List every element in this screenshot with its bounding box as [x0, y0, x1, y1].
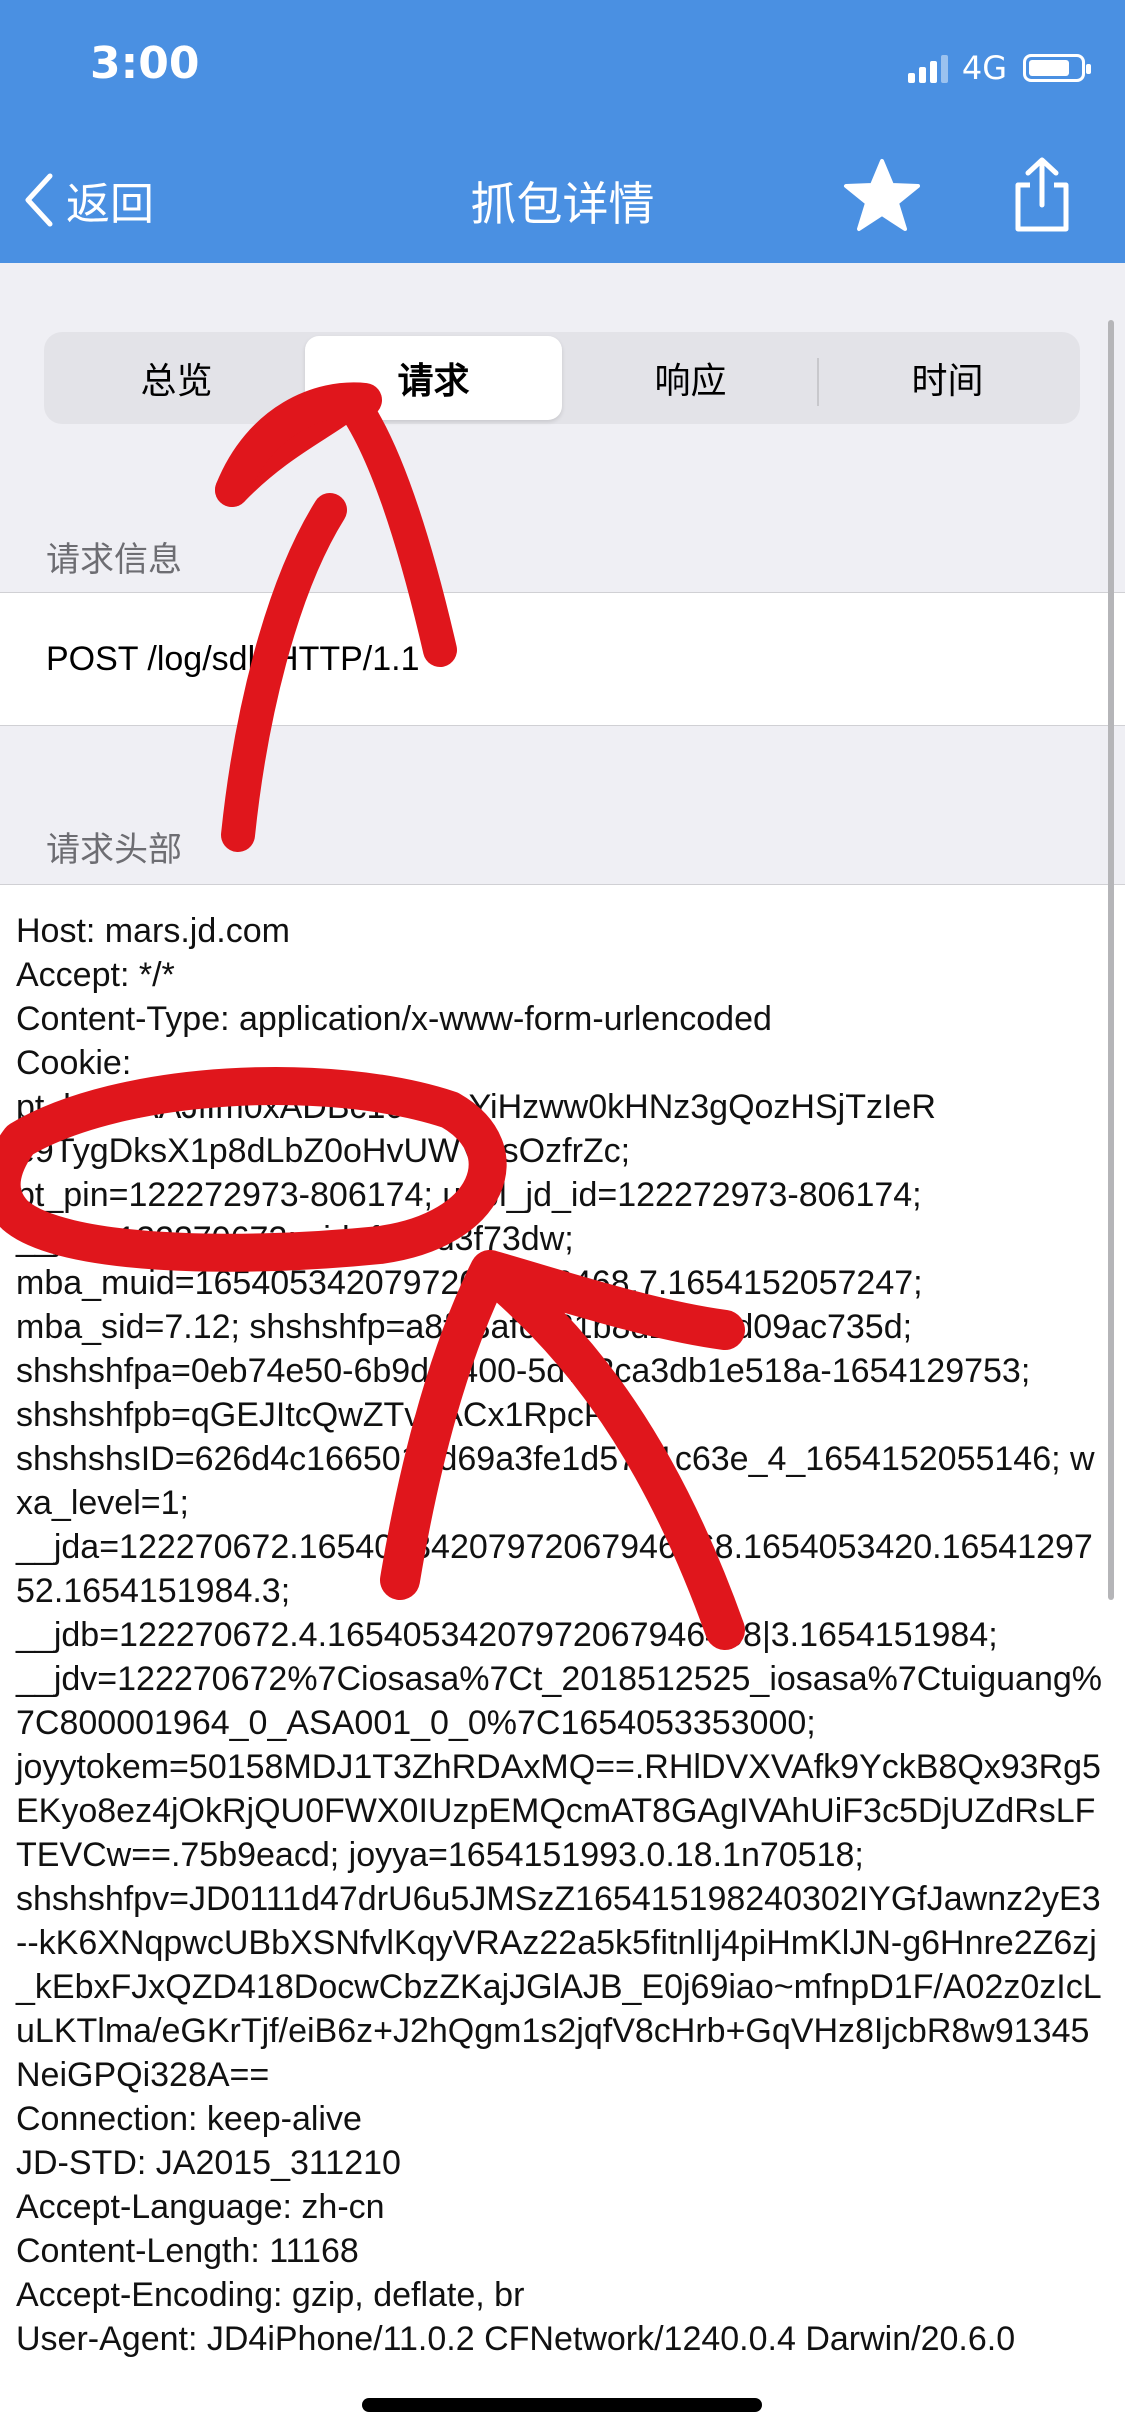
tab-response[interactable]: 响应 — [562, 336, 819, 420]
header-line: __jdb=122270672.4.1654053420797206794646… — [16, 1616, 998, 1654]
star-icon[interactable] — [843, 158, 921, 232]
share-icon[interactable] — [1010, 155, 1074, 235]
battery-level — [1029, 60, 1069, 76]
header-line: Content-Type: application/x-www-form-url… — [16, 1000, 772, 1038]
header-line: User-Agent: JD4iPhone/11.0.2 CFNetwork/1… — [16, 2320, 1016, 2358]
header-line: shshshfpa=0eb74e50-6b9d-8400-5d7-2ca3db1… — [16, 1352, 1031, 1390]
request-headers-cell: Host: mars.jd.com Accept: */* Content-Type… — [0, 884, 1125, 2436]
header-line: JD-STD: JA2015_311210 — [16, 2144, 401, 2182]
home-indicator — [362, 2398, 762, 2412]
header-line: Host: mars.jd.com — [16, 912, 290, 950]
header-line: joyytokem=50158MDJ1T3ZhRDAxMQ==.RHlDVXVA… — [16, 1748, 1101, 1874]
tab-segmented-control: 总览 请求 响应 时间 — [44, 332, 1080, 424]
request-headers-header: 请求头部 — [46, 830, 182, 870]
request-headers-text: Host: mars.jd.com Accept: */* Content-Type… — [16, 909, 1109, 2361]
tab-response-label: 响应 — [654, 361, 727, 402]
header-line: shshshfpv=JD0111d47drU6u5JMSzZ1654151982… — [16, 1880, 1102, 2094]
status-indicators: 4G — [907, 48, 1091, 88]
header-line: e9TygDksX1p8dLbZ0oHvUWVhsOzfrZc; — [16, 1132, 631, 1170]
header-line: pt_pin=122272973-806174; unpl_jd_id=1222… — [16, 1176, 922, 1214]
header-line: Accept: */* — [16, 956, 175, 994]
status-time: 3:00 — [90, 38, 200, 89]
request-line-cell: POST /log/sdk HTTP/1.1 — [0, 592, 1125, 726]
tab-timing[interactable]: 时间 — [819, 336, 1076, 420]
tab-request-label: 请求 — [397, 361, 470, 402]
header-line: Connection: keep-alive — [16, 2100, 362, 2138]
header-line: __jdv=122270672%7Ciosasa%7Ct_2018512525_… — [16, 1660, 1103, 1742]
header-line: __jda=122270672.16540534207972067946468.… — [16, 1528, 1093, 1610]
scrollbar[interactable] — [1108, 320, 1114, 1600]
network-type: 4G — [961, 49, 1007, 87]
header-line: shshshfpb=qGEJItcQwZTvbACx1RpcPQ; — [16, 1396, 643, 1434]
request-info-header: 请求信息 — [46, 540, 182, 580]
tab-overview-label: 总览 — [140, 361, 213, 402]
signal-icon — [907, 53, 948, 83]
header-line: Accept-Encoding: gzip, deflate, br — [16, 2276, 525, 2314]
header-line: mba_muid=16540534207972067946468.7.16541… — [16, 1264, 923, 1302]
request-line: POST /log/sdk HTTP/1.1 — [46, 639, 420, 678]
header-line: Accept-Language: zh-cn — [16, 2188, 385, 2226]
header-line: mba_sid=7.12; shshshfp=a8fd3afc321b8d27a… — [16, 1308, 913, 1346]
navigation-bar: 3:00 4G 返回 抓包详情 — [0, 0, 1125, 263]
header-line: Cookie: — [16, 1044, 132, 1082]
header-line: Content-Length: 11168 — [16, 2232, 359, 2270]
tab-overview[interactable]: 总览 — [48, 336, 305, 420]
header-line: pt_key=AAJiIm0xADBc10VE_YiHzww0kHNz3gQoz… — [16, 1088, 936, 1126]
battery-icon — [1023, 54, 1091, 82]
tab-request[interactable]: 请求 — [305, 336, 562, 420]
page-title: 抓包详情 — [470, 177, 655, 231]
header-line: shshshsID=626d4c1665019d69a3fe1d5781c63e… — [16, 1440, 1095, 1522]
header-line: __jdc=122270672; sid=f240d3f73dw; — [16, 1220, 574, 1258]
tab-timing-label: 时间 — [911, 361, 984, 402]
